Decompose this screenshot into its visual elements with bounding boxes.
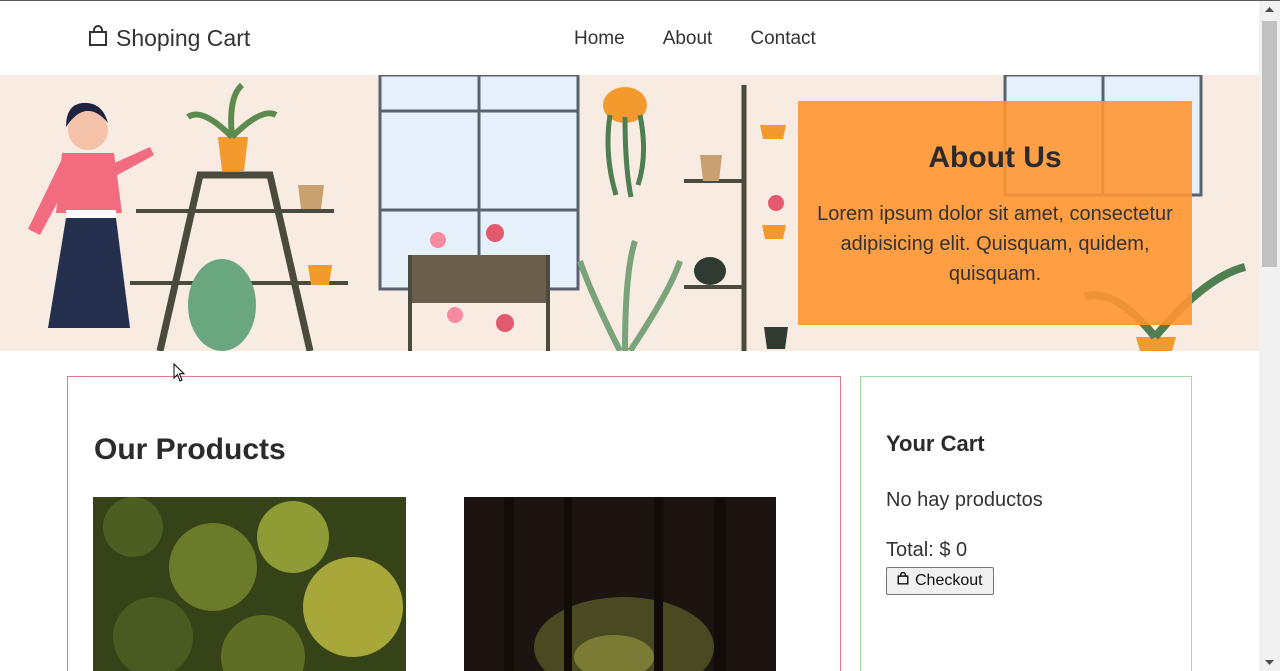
cart-title: Your Cart xyxy=(886,431,985,456)
cart-empty-message: No hay productos xyxy=(886,489,1043,511)
about-text: Lorem ipsum dolor sit amet, consectetur … xyxy=(817,203,1173,285)
product-image-foliage[interactable] xyxy=(93,497,406,671)
navbar: Shoping Cart Home About Contact xyxy=(0,1,1259,75)
nav-home[interactable]: Home xyxy=(574,28,625,50)
nav-about[interactable]: About xyxy=(663,28,713,50)
shopping-bag-icon xyxy=(897,571,909,590)
products-section: Our Products xyxy=(67,376,841,671)
hero-banner: About Us Lorem ipsum dolor sit amet, con… xyxy=(0,75,1259,351)
brand-label: Shoping Cart xyxy=(116,25,251,51)
brand-link[interactable]: Shoping Cart xyxy=(88,25,250,52)
mouse-cursor-icon xyxy=(173,363,186,382)
page-scrollbar[interactable] xyxy=(1259,1,1280,671)
checkout-label: Checkout xyxy=(915,572,983,589)
nav-contact[interactable]: Contact xyxy=(750,28,815,50)
about-title: About Us xyxy=(928,141,1062,174)
shopping-bag-icon xyxy=(88,25,108,52)
main-nav: Home About Contact xyxy=(574,28,854,50)
cart-panel: Your Cart No hay productos Total: $ 0 Ch… xyxy=(860,376,1192,671)
product-image-forest[interactable] xyxy=(464,497,776,671)
cart-total: Total: $ 0 xyxy=(886,539,968,561)
products-title: Our Products xyxy=(94,433,286,466)
scrollbar-thumb[interactable] xyxy=(1262,21,1277,267)
scroll-up-arrow-icon[interactable] xyxy=(1259,1,1280,19)
about-us-box: About Us Lorem ipsum dolor sit amet, con… xyxy=(798,101,1192,325)
checkout-button[interactable]: Checkout xyxy=(886,567,994,595)
scroll-down-arrow-icon[interactable] xyxy=(1259,653,1280,671)
